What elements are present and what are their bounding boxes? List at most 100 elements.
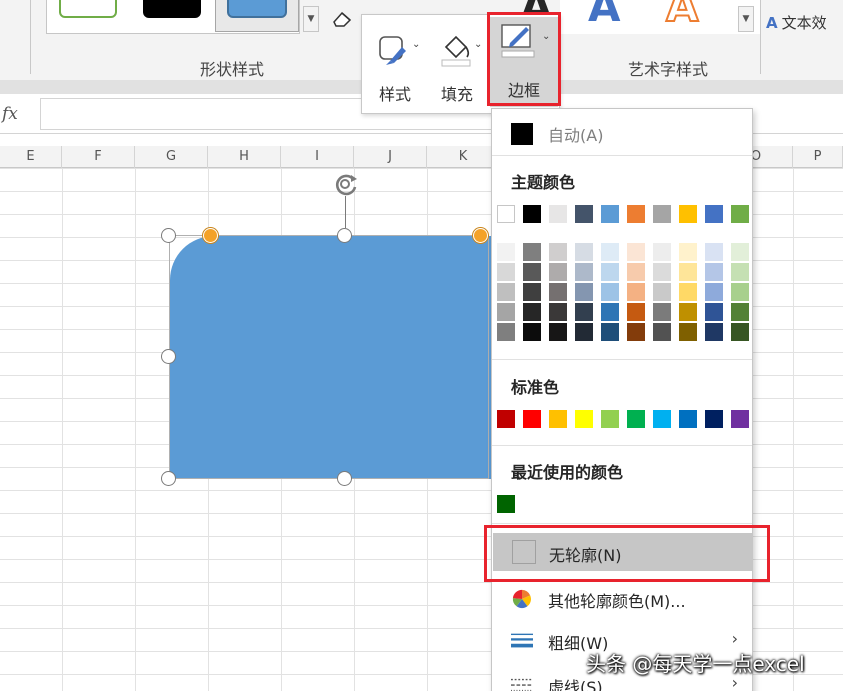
text-effects-button[interactable]: A 文本效 bbox=[766, 12, 827, 33]
theme-shade-swatch[interactable] bbox=[731, 303, 749, 321]
standard-color-swatch[interactable] bbox=[601, 410, 619, 428]
column-i[interactable]: I bbox=[281, 146, 354, 168]
theme-color-swatch[interactable] bbox=[627, 205, 645, 223]
theme-shade-swatch[interactable] bbox=[497, 323, 515, 341]
theme-shade-swatch[interactable] bbox=[601, 243, 619, 261]
theme-shade-swatch[interactable] bbox=[679, 243, 697, 261]
theme-color-swatch[interactable] bbox=[601, 205, 619, 223]
theme-shade-swatch[interactable] bbox=[705, 243, 723, 261]
theme-shade-swatch[interactable] bbox=[523, 243, 541, 261]
style-button[interactable]: ⌄ 样式 bbox=[366, 23, 424, 107]
standard-color-swatch[interactable] bbox=[575, 410, 593, 428]
theme-shade-swatch[interactable] bbox=[523, 263, 541, 281]
theme-shade-swatch[interactable] bbox=[653, 323, 671, 341]
column-p[interactable]: P bbox=[793, 146, 843, 168]
theme-shade-swatch[interactable] bbox=[653, 243, 671, 261]
adjust-handle-corner[interactable] bbox=[203, 228, 218, 243]
theme-shade-swatch[interactable] bbox=[575, 243, 593, 261]
column-g[interactable]: G bbox=[135, 146, 208, 168]
theme-shade-swatch[interactable] bbox=[497, 243, 515, 261]
shape-style-more-button[interactable]: ▼ bbox=[303, 6, 319, 32]
theme-shade-swatch[interactable] bbox=[575, 303, 593, 321]
more-outline-colors-item[interactable]: 其他轮廓颜色(M)... bbox=[492, 579, 752, 617]
theme-shade-swatch[interactable] bbox=[627, 323, 645, 341]
theme-shade-swatch[interactable] bbox=[679, 303, 697, 321]
standard-color-swatch[interactable] bbox=[679, 410, 697, 428]
theme-shade-swatch[interactable] bbox=[549, 323, 567, 341]
standard-color-swatch[interactable] bbox=[627, 410, 645, 428]
resize-handle-left[interactable] bbox=[161, 349, 176, 364]
theme-color-swatch[interactable] bbox=[705, 205, 723, 223]
theme-shade-swatch[interactable] bbox=[679, 263, 697, 281]
theme-shade-swatch[interactable] bbox=[731, 263, 749, 281]
standard-color-swatch[interactable] bbox=[705, 410, 723, 428]
theme-shade-swatch[interactable] bbox=[679, 283, 697, 301]
auto-color-item[interactable]: 自动(A) bbox=[492, 113, 752, 151]
theme-shade-swatch[interactable] bbox=[653, 303, 671, 321]
theme-shade-swatch[interactable] bbox=[731, 323, 749, 341]
theme-shade-swatch[interactable] bbox=[523, 303, 541, 321]
wordart-more-button[interactable]: ▼ bbox=[738, 6, 754, 32]
standard-color-swatch[interactable] bbox=[549, 410, 567, 428]
column-k[interactable]: K bbox=[427, 146, 500, 168]
theme-shade-swatch[interactable] bbox=[575, 263, 593, 281]
theme-shade-swatch[interactable] bbox=[601, 303, 619, 321]
theme-shade-swatch[interactable] bbox=[705, 263, 723, 281]
eraser-icon[interactable] bbox=[332, 10, 354, 28]
theme-shade-swatch[interactable] bbox=[549, 303, 567, 321]
theme-shade-swatch[interactable] bbox=[497, 263, 515, 281]
theme-shade-swatch[interactable] bbox=[523, 323, 541, 341]
fill-button[interactable]: ⌄ 填充 bbox=[428, 23, 486, 107]
standard-color-swatch[interactable] bbox=[497, 410, 515, 428]
standard-color-swatch[interactable] bbox=[731, 410, 749, 428]
wordart-sample-blue[interactable]: A bbox=[588, 0, 621, 28]
shape-style-swatch-outline[interactable] bbox=[59, 0, 117, 18]
resize-handle-bottom-left[interactable] bbox=[161, 471, 176, 486]
column-f[interactable]: F bbox=[62, 146, 135, 168]
theme-shade-swatch[interactable] bbox=[575, 323, 593, 341]
theme-shade-swatch[interactable] bbox=[627, 243, 645, 261]
theme-color-swatch[interactable] bbox=[575, 205, 593, 223]
shape-style-gallery[interactable] bbox=[46, 0, 300, 34]
adjust-handle-right[interactable] bbox=[473, 228, 488, 243]
resize-handle-bottom[interactable] bbox=[337, 471, 352, 486]
theme-shade-swatch[interactable] bbox=[679, 323, 697, 341]
column-j[interactable]: J bbox=[354, 146, 427, 168]
theme-shade-swatch[interactable] bbox=[575, 283, 593, 301]
theme-shade-swatch[interactable] bbox=[705, 323, 723, 341]
theme-shade-swatch[interactable] bbox=[705, 303, 723, 321]
shape-style-swatch-blue[interactable] bbox=[227, 0, 287, 18]
theme-color-swatch[interactable] bbox=[549, 205, 567, 223]
theme-shade-swatch[interactable] bbox=[731, 243, 749, 261]
theme-shade-swatch[interactable] bbox=[601, 263, 619, 281]
theme-shade-swatch[interactable] bbox=[497, 303, 515, 321]
resize-handle-top-left[interactable] bbox=[161, 228, 176, 243]
theme-shade-swatch[interactable] bbox=[653, 263, 671, 281]
theme-color-swatch[interactable] bbox=[653, 205, 671, 223]
column-h[interactable]: H bbox=[208, 146, 281, 168]
resize-handle-top[interactable] bbox=[337, 228, 352, 243]
theme-color-swatch[interactable] bbox=[731, 205, 749, 223]
theme-shade-swatch[interactable] bbox=[653, 283, 671, 301]
standard-color-swatch[interactable] bbox=[653, 410, 671, 428]
theme-color-swatch[interactable] bbox=[679, 205, 697, 223]
theme-shade-swatch[interactable] bbox=[731, 283, 749, 301]
column-e[interactable]: E bbox=[0, 146, 62, 168]
theme-shade-swatch[interactable] bbox=[549, 263, 567, 281]
wordart-gallery[interactable]: A A A bbox=[520, 0, 760, 34]
rotate-icon[interactable] bbox=[331, 170, 361, 200]
theme-shade-swatch[interactable] bbox=[523, 283, 541, 301]
fx-icon[interactable]: fx bbox=[0, 98, 34, 130]
wordart-sample-orange[interactable]: A bbox=[665, 0, 699, 29]
shape-style-swatch-black[interactable] bbox=[143, 0, 201, 18]
theme-color-swatch[interactable] bbox=[523, 205, 541, 223]
theme-color-swatch[interactable] bbox=[497, 205, 515, 223]
theme-shade-swatch[interactable] bbox=[549, 243, 567, 261]
theme-shade-swatch[interactable] bbox=[627, 303, 645, 321]
theme-shade-swatch[interactable] bbox=[497, 283, 515, 301]
theme-shade-swatch[interactable] bbox=[705, 283, 723, 301]
standard-color-swatch[interactable] bbox=[523, 410, 541, 428]
theme-shade-swatch[interactable] bbox=[627, 263, 645, 281]
recent-color-swatch[interactable] bbox=[497, 495, 515, 513]
theme-shade-swatch[interactable] bbox=[549, 283, 567, 301]
